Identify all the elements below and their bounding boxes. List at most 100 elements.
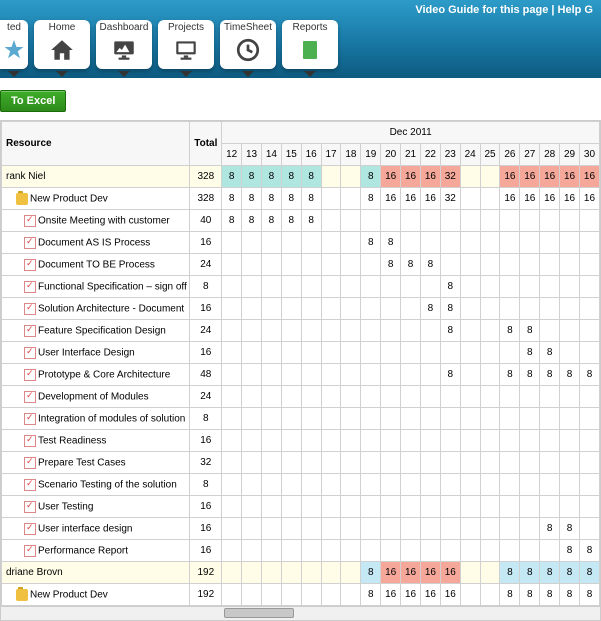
cell-empty — [281, 430, 301, 452]
row-name[interactable]: Solution Architecture - Document — [2, 298, 190, 320]
cell-empty — [401, 276, 421, 298]
cell-empty — [480, 364, 500, 386]
row-name[interactable]: Onsite Meeting with customer — [2, 210, 190, 232]
cell-empty — [341, 562, 361, 584]
cell-empty — [500, 474, 520, 496]
table-row: New Product Dev19281616161688888 — [2, 584, 600, 606]
cell-empty — [480, 276, 500, 298]
row-total: 192 — [190, 584, 222, 606]
cell-empty — [540, 298, 560, 320]
cell: 8 — [540, 518, 560, 540]
cell-empty — [361, 518, 381, 540]
cell: 16 — [579, 188, 599, 210]
home-icon — [34, 35, 90, 65]
task-icon — [24, 413, 36, 425]
cell-empty — [480, 474, 500, 496]
row-name[interactable]: Document AS IS Process — [2, 232, 190, 254]
cell-empty — [321, 232, 341, 254]
cell: 8 — [440, 320, 460, 342]
day-header: 27 — [520, 144, 540, 166]
row-name[interactable]: Prototype & Core Architecture — [2, 364, 190, 386]
nav-reports[interactable]: Reports — [282, 20, 338, 69]
cell-empty — [261, 298, 281, 320]
row-name[interactable]: New Product Dev — [2, 188, 190, 210]
total-header: Total — [190, 122, 222, 166]
cell: 16 — [381, 166, 401, 188]
row-name[interactable]: Test Readiness — [2, 430, 190, 452]
nav-ted[interactable]: ted — [0, 20, 28, 69]
nav-projects[interactable]: Projects — [158, 20, 214, 69]
nav-home[interactable]: Home — [34, 20, 90, 69]
cell-empty — [579, 518, 599, 540]
cell-empty — [321, 386, 341, 408]
cell-empty — [341, 188, 361, 210]
help-links[interactable]: Video Guide for this page | Help G — [415, 4, 593, 16]
row-name[interactable]: User Testing — [2, 496, 190, 518]
row-name[interactable]: User interface design — [2, 518, 190, 540]
cell-empty — [261, 342, 281, 364]
row-name[interactable]: Functional Specification – sign off — [2, 276, 190, 298]
row-name[interactable]: New Product Dev — [2, 584, 190, 606]
cell-empty — [281, 342, 301, 364]
nav-label: Projects — [158, 22, 214, 33]
table-row: User Interface Design1688 — [2, 342, 600, 364]
cell-empty — [381, 342, 401, 364]
nav-timesheet[interactable]: TimeSheet — [220, 20, 276, 69]
cell: 8 — [222, 188, 242, 210]
cell: 8 — [222, 166, 242, 188]
row-label: Document AS IS Process — [38, 237, 150, 248]
cell-empty — [540, 474, 560, 496]
row-name[interactable]: rank Niel — [2, 166, 190, 188]
row-total: 40 — [190, 210, 222, 232]
cell-empty — [261, 430, 281, 452]
cell-empty — [520, 298, 540, 320]
cell-empty — [440, 408, 460, 430]
cell-empty — [321, 188, 341, 210]
cell-empty — [321, 364, 341, 386]
chevron-down-icon — [56, 71, 68, 77]
cell-empty — [480, 540, 500, 562]
cell-empty — [480, 562, 500, 584]
cell-empty — [520, 518, 540, 540]
cell-empty — [579, 452, 599, 474]
cell-empty — [381, 430, 401, 452]
cell-empty — [500, 452, 520, 474]
cell-empty — [301, 298, 321, 320]
row-name[interactable]: Performance Report — [2, 540, 190, 562]
cell-empty — [480, 430, 500, 452]
row-name[interactable]: Development of Modules — [2, 386, 190, 408]
chevron-down-icon — [242, 71, 254, 77]
row-name[interactable]: Scenario Testing of the solution — [2, 474, 190, 496]
cell-empty — [460, 496, 480, 518]
row-name[interactable]: Prepare Test Cases — [2, 452, 190, 474]
cell-empty — [579, 496, 599, 518]
cell: 8 — [520, 320, 540, 342]
table-row: Solution Architecture - Document1688 — [2, 298, 600, 320]
day-header: 28 — [540, 144, 560, 166]
horizontal-scrollbar[interactable] — [1, 606, 600, 620]
cell-empty — [361, 540, 381, 562]
row-name[interactable]: driane Brovn — [2, 562, 190, 584]
cell-empty — [579, 430, 599, 452]
cell: 16 — [500, 166, 520, 188]
cell: 8 — [520, 584, 540, 606]
cell-empty — [540, 320, 560, 342]
cell-empty — [341, 232, 361, 254]
cell: 8 — [560, 540, 580, 562]
day-header: 14 — [261, 144, 281, 166]
export-excel-button[interactable]: To Excel — [0, 90, 66, 112]
row-name[interactable]: User Interface Design — [2, 342, 190, 364]
cell-empty — [222, 298, 242, 320]
day-header: 29 — [560, 144, 580, 166]
cell-empty — [301, 518, 321, 540]
cell: 8 — [361, 188, 381, 210]
row-name[interactable]: Feature Specification Design — [2, 320, 190, 342]
cell-empty — [401, 298, 421, 320]
cell-empty — [420, 386, 440, 408]
row-name[interactable]: Integration of modules of solution — [2, 408, 190, 430]
scroll-thumb[interactable] — [224, 608, 294, 618]
nav-dashboard[interactable]: Dashboard — [96, 20, 152, 69]
cell-empty — [579, 254, 599, 276]
row-name[interactable]: Document TO BE Process — [2, 254, 190, 276]
row-total: 16 — [190, 430, 222, 452]
